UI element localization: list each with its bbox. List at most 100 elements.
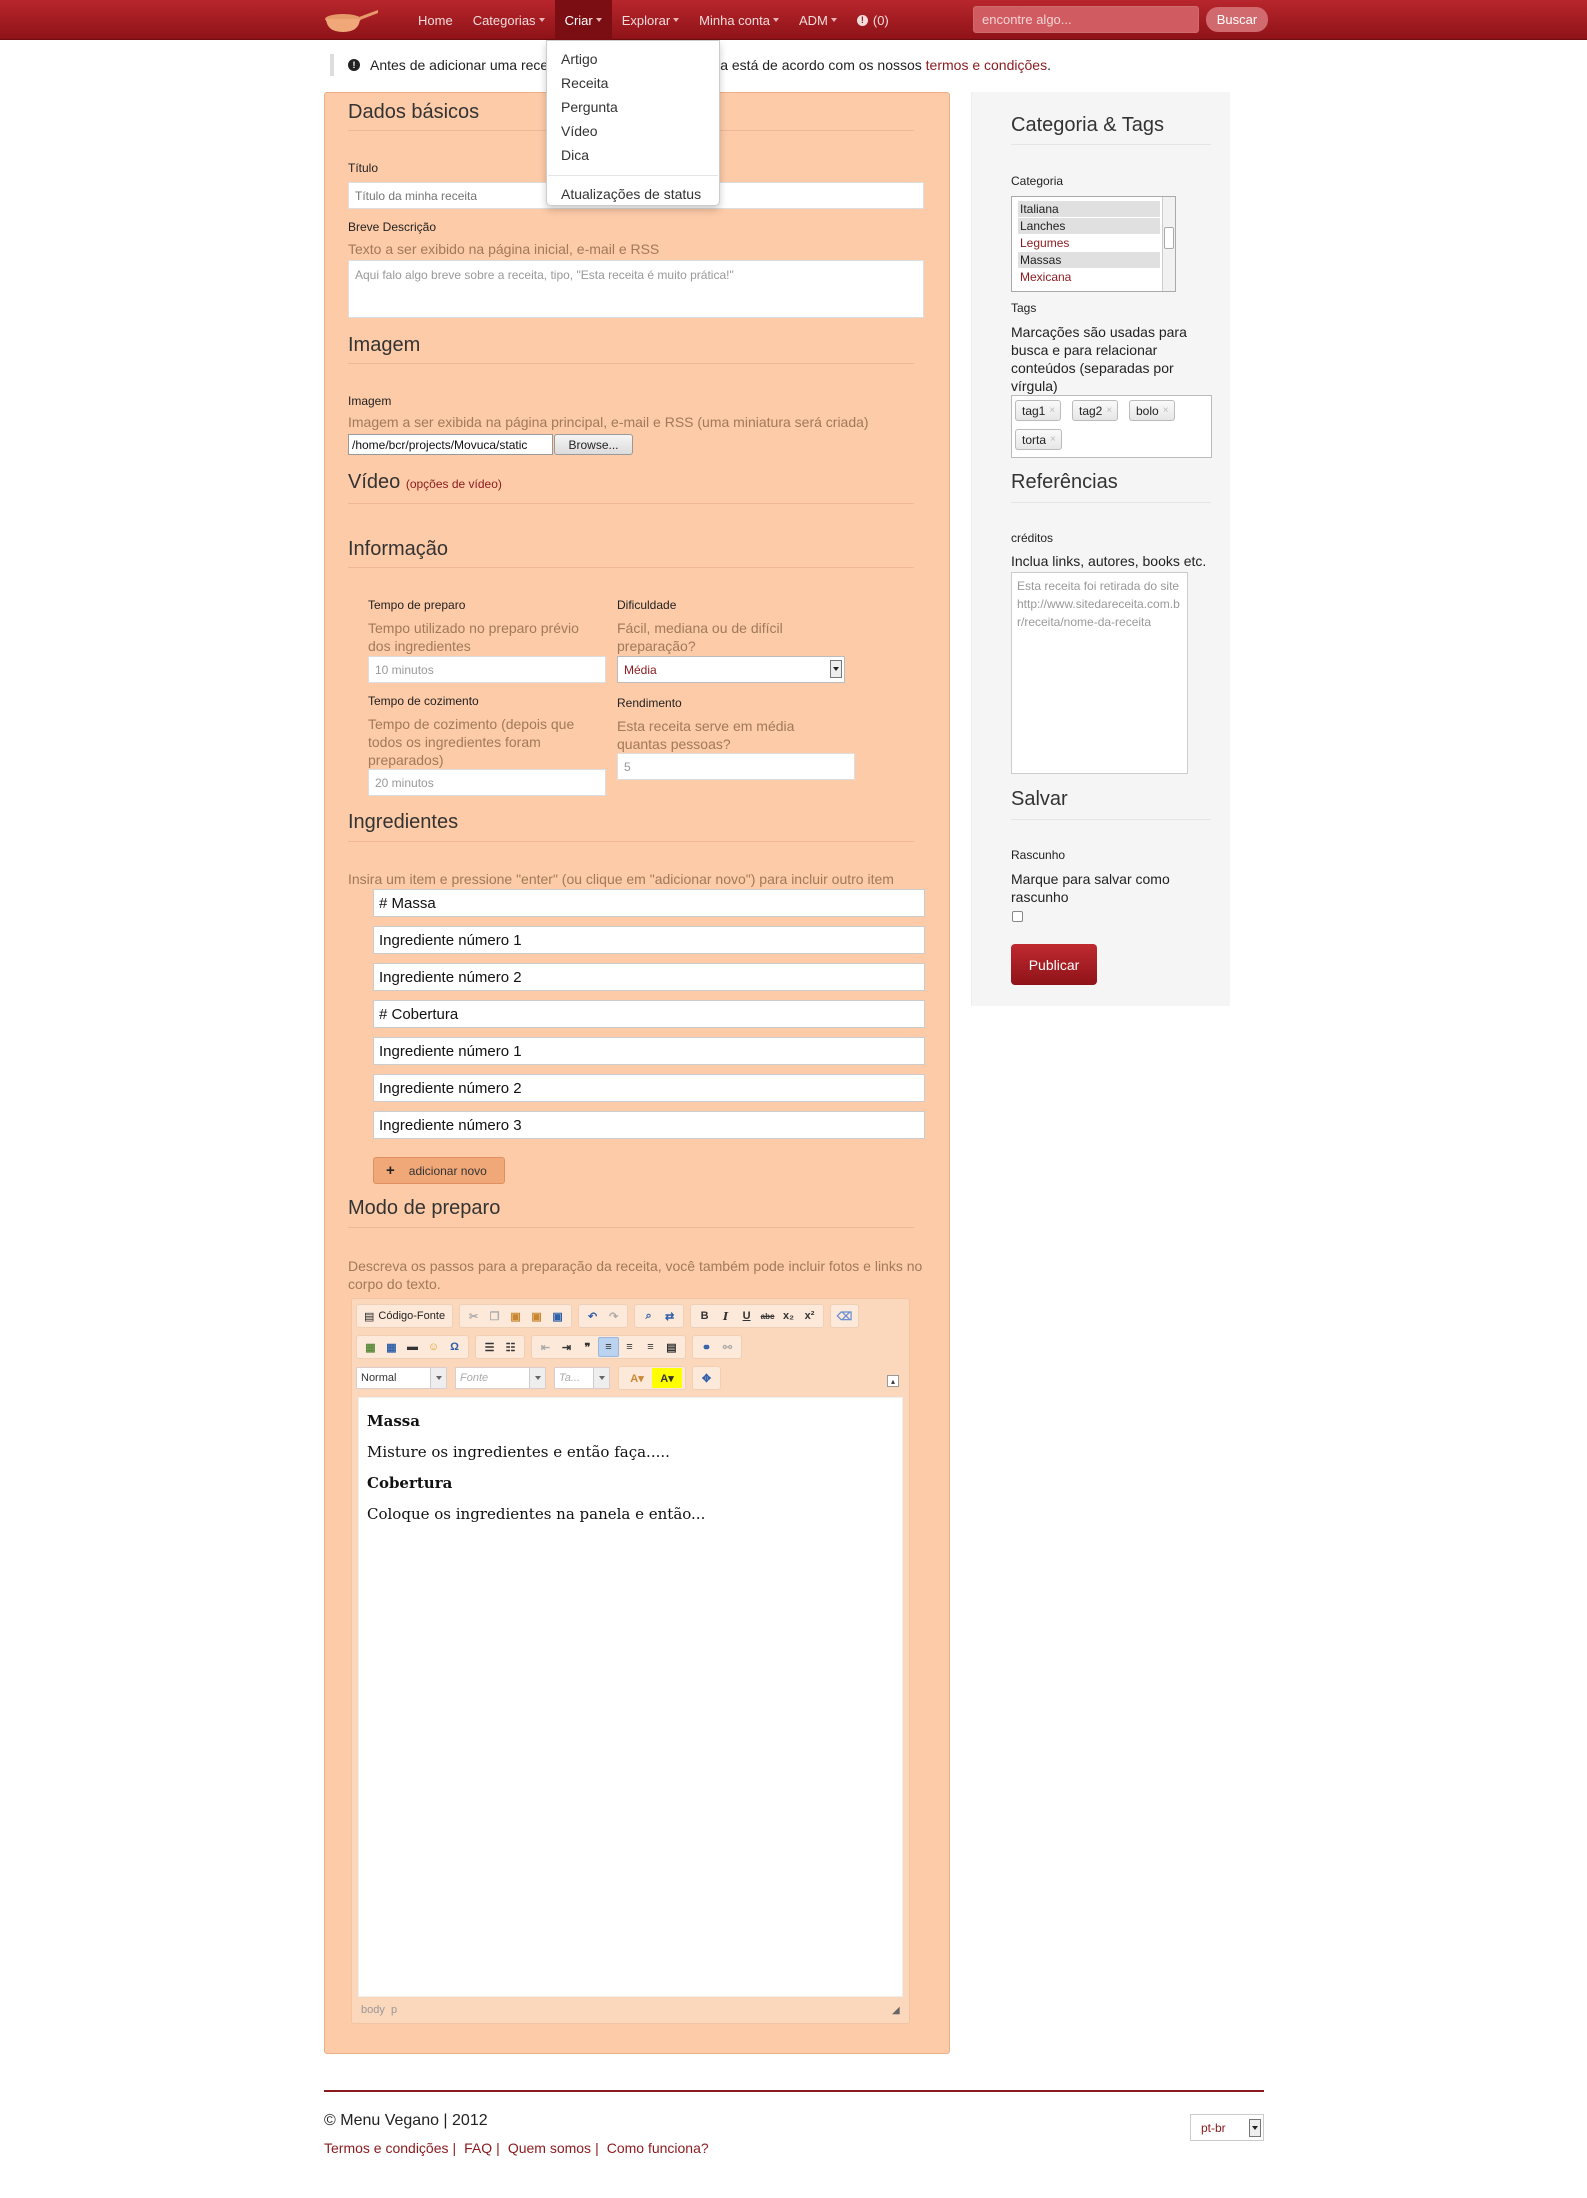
redo-icon[interactable]: ↷ [603,1306,624,1326]
close-icon[interactable]: × [1049,405,1055,416]
horizontal-rule-icon[interactable]: ▬ [402,1337,423,1357]
difficulty-select[interactable]: Média [617,656,845,683]
category-option[interactable]: Lanches [1018,218,1160,234]
bold-icon[interactable]: B [694,1306,715,1326]
paste-text-icon[interactable]: ▣ [526,1306,547,1326]
category-option[interactable]: Legumes [1018,235,1160,251]
resize-handle-icon[interactable]: ◢ [892,2005,904,2017]
video-options-link[interactable]: (opções de vídeo) [406,477,502,491]
blockquote-icon[interactable]: ❞ [577,1337,598,1357]
menu-item-dica[interactable]: Dica [547,143,719,167]
cook-time-input[interactable]: 20 minutos [368,769,606,796]
footer-link-how[interactable]: Como funciona? [607,2140,709,2156]
subscript-icon[interactable]: x₂ [778,1306,799,1326]
category-listbox[interactable]: Italiana Lanches Legumes Massas Mexicana [1011,196,1176,292]
cooking-pan-icon[interactable] [323,5,379,35]
category-option[interactable]: Italiana [1018,201,1160,217]
copy-icon[interactable]: ❐ [484,1306,505,1326]
image-icon[interactable]: ▦ [360,1337,381,1357]
italic-icon[interactable]: I [715,1306,736,1326]
add-ingredient-button[interactable]: + adicionar novo [373,1157,505,1184]
replace-icon[interactable]: ⇄ [659,1306,680,1326]
align-left-icon[interactable]: ≡ [598,1337,619,1357]
search-button[interactable]: Buscar [1206,7,1268,32]
size-select[interactable]: Ta... [554,1367,610,1389]
nav-criar[interactable]: Criar [554,0,612,40]
close-icon[interactable]: × [1163,405,1169,416]
underline-icon[interactable]: U [736,1306,757,1326]
editor-content[interactable]: Massa Misture os ingredientes e então fa… [358,1397,903,1997]
link-icon[interactable]: ⚭ [696,1337,717,1357]
menu-item-pergunta[interactable]: Pergunta [547,95,719,119]
ingredient-input[interactable]: # Massa [373,889,925,917]
table-icon[interactable]: ▦ [381,1337,402,1357]
browse-button[interactable]: Browse... [554,434,633,455]
footer-link-terms[interactable]: Termos e condições [324,2140,449,2156]
footer-link-faq[interactable]: FAQ [464,2140,492,2156]
close-icon[interactable]: × [1106,405,1112,416]
search-input[interactable] [973,6,1199,33]
description-textarea[interactable]: Aqui falo algo breve sobre a receita, ti… [348,260,924,318]
file-input[interactable]: /home/bcr/projects/Movuca/static [348,434,553,455]
tag-chip[interactable]: bolo × [1129,400,1175,421]
ingredient-input[interactable]: Ingrediente número 1 [373,926,925,954]
nav-home[interactable]: Home [408,0,463,40]
cut-icon[interactable]: ✂ [463,1306,484,1326]
listbox-scrollbar[interactable] [1162,197,1175,291]
publish-button[interactable]: Publicar [1011,944,1097,985]
strikethrough-icon[interactable]: abc [757,1306,778,1326]
format-select[interactable]: Normal [356,1367,447,1389]
align-right-icon[interactable]: ≡ [640,1337,661,1357]
ingredient-input[interactable]: # Cobertura [373,1000,925,1028]
nav-categorias[interactable]: Categorias [463,0,555,40]
scrollbar-thumb[interactable] [1164,227,1174,249]
category-option[interactable]: Massas [1018,252,1160,268]
nav-minha-conta[interactable]: Minha conta [689,0,789,40]
terms-link[interactable]: termos e condições [926,57,1047,73]
nav-notifications[interactable]: ! (0) [847,0,899,40]
font-select[interactable]: Fonte [455,1367,546,1389]
nav-adm[interactable]: ADM [789,0,847,40]
paste-icon[interactable]: ▣ [505,1306,526,1326]
eraser-icon[interactable]: ⌫ [834,1306,855,1326]
yield-input[interactable]: 5 [617,753,855,780]
menu-item-status[interactable]: Atualizações de status [547,182,719,206]
unlink-icon[interactable]: ⚯ [717,1337,738,1357]
source-button[interactable]: ▤ Código-Fonte [360,1306,449,1326]
menu-item-video[interactable]: Vídeo [547,119,719,143]
maximize-icon[interactable]: ✥ [696,1368,717,1388]
collapse-toolbar-icon[interactable]: ▴ [887,1375,899,1387]
paste-word-icon[interactable]: ▣ [547,1306,568,1326]
numbered-list-icon[interactable]: ☰ [479,1337,500,1357]
tags-input[interactable]: tag1 × tag2 × bolo × torta × [1011,395,1212,458]
special-char-icon[interactable]: Ω [444,1337,465,1357]
find-icon[interactable]: ⌕ [638,1306,659,1326]
undo-icon[interactable]: ↶ [582,1306,603,1326]
close-icon[interactable]: × [1050,434,1056,445]
smiley-icon[interactable]: ☺ [423,1337,444,1357]
language-select[interactable]: pt-br [1190,2114,1264,2141]
outdent-icon[interactable]: ⇤ [535,1337,556,1357]
ingredient-input[interactable]: Ingrediente número 3 [373,1111,925,1139]
ingredient-input[interactable]: Ingrediente número 2 [373,1074,925,1102]
justify-icon[interactable]: ▤ [661,1337,682,1357]
menu-item-artigo[interactable]: Artigo [547,47,719,71]
nav-explorar[interactable]: Explorar [612,0,689,40]
footer-link-about[interactable]: Quem somos [508,2140,591,2156]
text-color-icon[interactable]: A▾ [622,1368,652,1388]
menu-item-receita[interactable]: Receita [547,71,719,95]
align-center-icon[interactable]: ≡ [619,1337,640,1357]
superscript-icon[interactable]: x² [799,1306,820,1326]
tag-chip[interactable]: torta × [1015,429,1062,450]
indent-icon[interactable]: ⇥ [556,1337,577,1357]
category-option[interactable]: Mexicana [1018,269,1160,285]
tag-chip[interactable]: tag2 × [1072,400,1119,421]
tag-chip[interactable]: tag1 × [1015,400,1062,421]
bg-color-icon[interactable]: A▾ [652,1368,682,1388]
prep-time-input[interactable]: 10 minutos [368,656,606,683]
credits-textarea[interactable]: Esta receita foi retirada do site http:/… [1011,572,1188,774]
bulleted-list-icon[interactable]: ☷ [500,1337,521,1357]
ingredient-input[interactable]: Ingrediente número 1 [373,1037,925,1065]
ingredient-input[interactable]: Ingrediente número 2 [373,963,925,991]
draft-checkbox[interactable] [1012,911,1023,922]
